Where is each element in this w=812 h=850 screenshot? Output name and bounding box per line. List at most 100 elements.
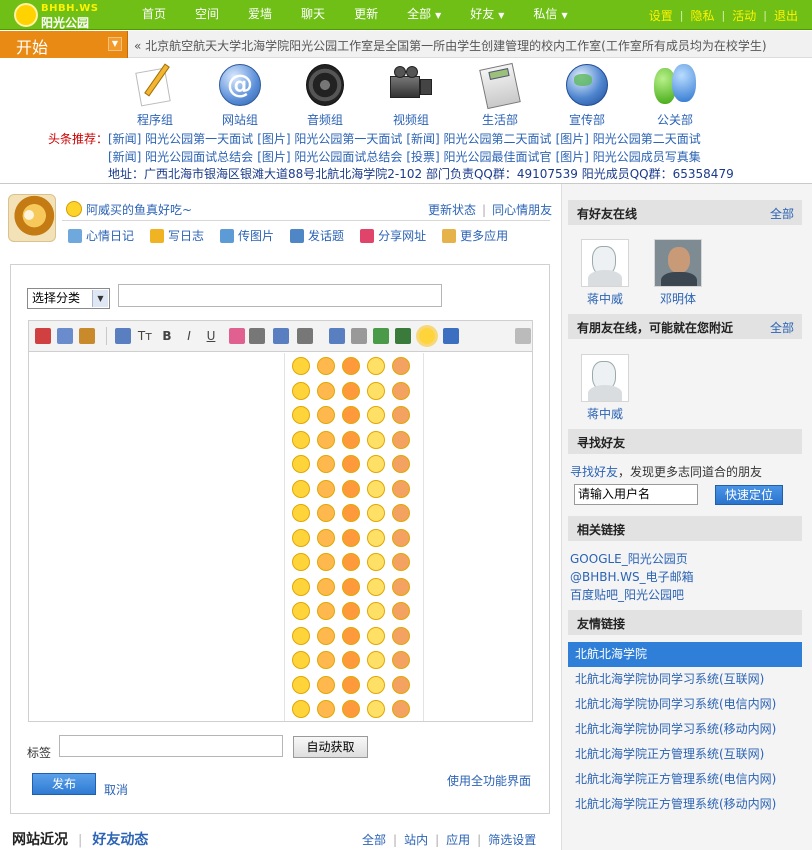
emoticon-icon[interactable] xyxy=(342,455,360,473)
emoticon-icon[interactable] xyxy=(292,651,310,669)
emoticon-icon[interactable] xyxy=(367,479,385,498)
emoticon-icon[interactable] xyxy=(292,626,310,645)
friend-avatar[interactable] xyxy=(654,239,702,287)
emoticon-icon[interactable] xyxy=(392,479,410,498)
emoticon-icon[interactable] xyxy=(367,357,385,375)
username-search-input[interactable]: 请输入用户名 xyxy=(574,484,698,505)
emoticon-icon[interactable] xyxy=(392,577,410,596)
underline-icon[interactable]: U xyxy=(203,328,219,344)
top-link[interactable]: 退出 xyxy=(774,7,798,24)
emoticon-icon[interactable] xyxy=(342,675,360,694)
emoticon-icon[interactable] xyxy=(292,700,310,718)
nav-item[interactable]: 爱墙 xyxy=(238,0,282,30)
friend-card[interactable]: 邓明体 xyxy=(650,239,706,307)
emoticon-icon[interactable] xyxy=(367,504,385,522)
related-link[interactable]: GOOGLE_阳光公园页 xyxy=(570,550,688,567)
friend-link[interactable]: 北航北海学院协同学习系统(电信内网) xyxy=(568,692,802,717)
emoticon-icon[interactable] xyxy=(317,675,335,694)
emoticon-icon[interactable] xyxy=(292,479,310,498)
image-icon[interactable] xyxy=(373,328,389,344)
emoticon-icon[interactable] xyxy=(292,577,310,596)
emoticon-icon[interactable] xyxy=(367,455,385,473)
department-1[interactable]: 程序组 xyxy=(125,60,185,128)
nav-item[interactable]: 空间 xyxy=(185,0,229,30)
emoticon-icon[interactable] xyxy=(342,651,360,669)
department-4[interactable]: 视频组 xyxy=(381,60,441,128)
start-menu-button[interactable]: 开始 ▼ xyxy=(0,31,128,58)
emoticon-icon[interactable] xyxy=(367,430,385,449)
emoticon-icon[interactable] xyxy=(392,406,410,424)
chevron-down-icon[interactable]: ▼ xyxy=(92,290,108,307)
emoticon-icon[interactable] xyxy=(342,528,360,547)
department-5[interactable]: 生活部 xyxy=(470,60,530,128)
emoticon-icon[interactable] xyxy=(392,553,410,571)
find-friends-link[interactable]: 寻找好友 xyxy=(570,465,618,479)
emoticon-icon[interactable] xyxy=(367,577,385,596)
emoticon-icon[interactable] xyxy=(392,675,410,694)
announcement-text[interactable]: « 北京航空航天大学北海学院阳光公园工作室是全国第一所由学生创建管理的校内工作室… xyxy=(134,37,767,54)
emoticon-icon[interactable] xyxy=(317,381,335,400)
status-text[interactable]: 阿威买的鱼真好吃~ xyxy=(86,201,192,218)
feed-filter[interactable]: 站内 xyxy=(404,833,428,847)
emoticon-icon[interactable] xyxy=(317,602,335,620)
bold-icon[interactable]: B xyxy=(159,328,175,344)
emoticon-icon[interactable] xyxy=(317,455,335,473)
emoticon-icon[interactable] xyxy=(392,381,410,400)
headline-item[interactable]: [新闻] 阳光公园第一天面试 xyxy=(108,132,253,146)
emoticon-icon[interactable] xyxy=(317,651,335,669)
emoticon-icon[interactable] xyxy=(392,700,410,718)
indent-icon[interactable] xyxy=(297,328,313,344)
emoticon-icon[interactable] xyxy=(367,651,385,669)
emoticon-icon[interactable] xyxy=(419,328,435,344)
headline-item[interactable]: [图片] 阳光公园第一天面试 xyxy=(257,132,402,146)
friend-link[interactable]: 北航北海学院正方管理系统(互联网) xyxy=(568,742,802,767)
friend-name[interactable]: 邓明体 xyxy=(650,290,706,307)
emoticon-icon[interactable] xyxy=(317,406,335,424)
emoticon-icon[interactable] xyxy=(342,357,360,375)
headline-item[interactable]: [图片] 阳光公园第二天面试 xyxy=(556,132,701,146)
emoticon-icon[interactable] xyxy=(317,504,335,522)
emoticon-icon[interactable] xyxy=(367,626,385,645)
friend-card[interactable]: 蒋中威 xyxy=(577,239,633,307)
emoticon-icon[interactable] xyxy=(342,406,360,424)
nav-item[interactable]: 私信 ▼ xyxy=(523,0,577,30)
same-mood-friends-link[interactable]: 同心情朋友 xyxy=(492,203,552,217)
friend-card[interactable]: 蒋中威 xyxy=(577,354,633,422)
online-friends-all-link[interactable]: 全部 xyxy=(770,205,794,222)
action-4[interactable]: 发话题 xyxy=(290,227,344,244)
emoticon-icon[interactable] xyxy=(317,626,335,645)
emoticon-icon[interactable] xyxy=(317,430,335,449)
emoticon-icon[interactable] xyxy=(392,357,410,375)
department-2[interactable]: @ 网站组 xyxy=(210,60,270,128)
friend-name[interactable]: 蒋中威 xyxy=(577,405,633,422)
full-editor-link[interactable]: 使用全功能界面 xyxy=(447,772,531,789)
list-icon[interactable] xyxy=(273,328,289,344)
emoticon-icon[interactable] xyxy=(367,406,385,424)
emoticon-icon[interactable] xyxy=(342,626,360,645)
emoticon-icon[interactable] xyxy=(392,504,410,522)
emoticon-icon[interactable] xyxy=(342,602,360,620)
department-6[interactable]: 宣传部 xyxy=(557,60,617,128)
html-source-icon[interactable] xyxy=(515,328,531,344)
action-6[interactable]: 更多应用 xyxy=(442,227,508,244)
headline-item[interactable]: [图片] 阳光公园面试总结会 xyxy=(257,150,402,164)
chevron-down-icon[interactable]: ▼ xyxy=(108,37,122,51)
friend-link[interactable]: 北航北海学院 xyxy=(568,642,802,667)
top-link[interactable]: 隐私 xyxy=(691,7,715,24)
emoticon-icon[interactable] xyxy=(342,700,360,718)
department-3[interactable]: 音频组 xyxy=(295,60,355,128)
emoticon-icon[interactable] xyxy=(342,553,360,571)
video-icon[interactable] xyxy=(395,328,411,344)
top-link[interactable]: 设置 xyxy=(649,7,673,24)
friend-avatar[interactable] xyxy=(581,239,629,287)
save-icon[interactable] xyxy=(443,328,459,344)
emoticon-icon[interactable] xyxy=(392,651,410,669)
emoticon-icon[interactable] xyxy=(292,381,310,400)
emoticon-icon[interactable] xyxy=(342,430,360,449)
emoticon-icon[interactable] xyxy=(292,455,310,473)
publish-button[interactable]: 发布 xyxy=(32,773,96,795)
title-input[interactable] xyxy=(118,284,442,307)
editor-content-area[interactable] xyxy=(28,352,533,722)
emoticon-icon[interactable] xyxy=(292,553,310,571)
emoticon-icon[interactable] xyxy=(342,577,360,596)
